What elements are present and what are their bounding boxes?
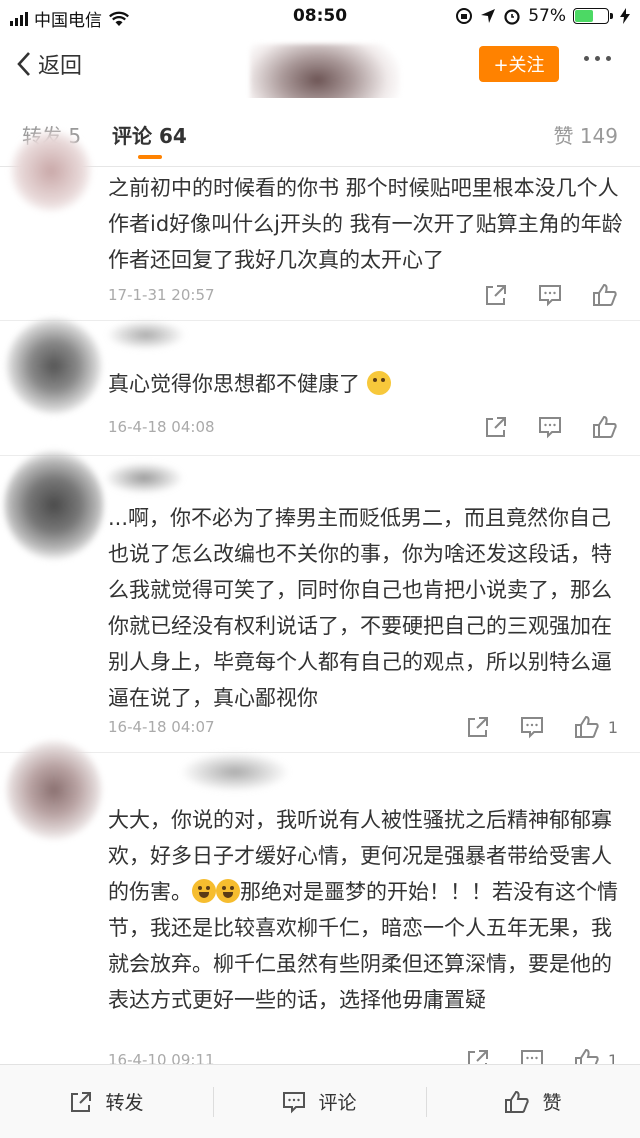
location-icon [481, 9, 496, 23]
avatar[interactable] [10, 130, 92, 212]
back-label: 返回 [38, 54, 83, 79]
comment-actions [484, 415, 618, 439]
comment-time: 16-4-18 04:08 [108, 418, 215, 436]
comment-text: 之前初中的时候看的你书 那个时候贴吧里根本没几个人 作者id好像叫什么j开头的 … [108, 176, 623, 272]
comment-divider [0, 455, 640, 456]
comment-label: 评论 [318, 1092, 357, 1114]
reply-icon[interactable] [538, 283, 562, 307]
share-icon[interactable] [484, 283, 508, 307]
like-label: 赞 [542, 1092, 562, 1114]
bottom-toolbar: 转发 评论 赞 [0, 1064, 640, 1138]
username-blurred [104, 462, 184, 494]
share-icon [71, 1091, 92, 1112]
tab-like[interactable]: 赞 149 [553, 120, 618, 149]
comment-actions: 1 [466, 715, 618, 739]
comment-time: 17-1-31 20:57 [108, 286, 215, 304]
thinking-face-icon [366, 371, 391, 395]
username-blurred [180, 752, 290, 792]
avatar[interactable] [6, 740, 102, 840]
charging-icon [620, 8, 630, 24]
avatar[interactable] [6, 318, 102, 414]
active-tab-indicator [138, 155, 162, 159]
tab-comment[interactable]: 评论 64 [112, 120, 187, 149]
comment-icon [283, 1091, 306, 1113]
comment-time: 16-4-18 04:07 [108, 718, 215, 736]
orientation-lock-icon [456, 8, 473, 24]
status-right: 57% [455, 6, 630, 26]
back-button[interactable]: 返回 [16, 48, 82, 80]
crying-face-icon [216, 879, 240, 903]
share-icon[interactable] [466, 715, 490, 739]
repost-label: 转发 [105, 1092, 144, 1114]
crying-face-icon [192, 879, 216, 903]
reply-icon[interactable] [538, 415, 562, 439]
like-count: 1 [607, 717, 618, 737]
more-icon[interactable] [584, 56, 611, 61]
tabs-divider [0, 166, 640, 167]
thumbs-up-icon[interactable] [592, 283, 618, 307]
comment-text: 大大，你说的对，我听说有人被性骚扰之后精神郁郁寡欢，好多日子才缓好心情，更何况是… [108, 802, 623, 1018]
chevron-left-icon [17, 52, 30, 76]
alarm-icon [504, 9, 520, 25]
battery-icon [573, 8, 613, 24]
battery-percent: 57% [528, 6, 566, 26]
reply-icon[interactable] [520, 715, 544, 739]
comment-text: 真心觉得你思想都不健康了 [108, 366, 623, 402]
comment-divider [0, 752, 640, 753]
thumbs-up-icon [505, 1090, 530, 1113]
nav-bar: 返回 +关注 [0, 34, 640, 134]
comment-divider [0, 320, 640, 321]
comment-text-body: 真心觉得你思想都不健康了 [108, 372, 360, 396]
comment-button[interactable]: 评论 [213, 1065, 426, 1138]
status-bar: 中国电信 08:50 57% [0, 0, 640, 34]
avatar[interactable] [4, 450, 104, 560]
like-button[interactable]: 赞 [426, 1065, 640, 1138]
repost-button[interactable]: 转发 [0, 1065, 213, 1138]
comment-text: ...啊，你不必为了捧男主而贬低男二，而且竟然你自己也说了怎么改编也不关你的事，… [108, 506, 612, 710]
username-blurred [106, 320, 186, 350]
comment-actions [484, 283, 618, 307]
thumbs-up-icon[interactable] [592, 415, 618, 439]
follow-button[interactable]: +关注 [479, 46, 559, 82]
thumbs-up-icon[interactable] [574, 715, 600, 739]
share-icon[interactable] [484, 415, 508, 439]
tab-bar: 转发 5 评论 64 赞 149 [0, 98, 640, 166]
